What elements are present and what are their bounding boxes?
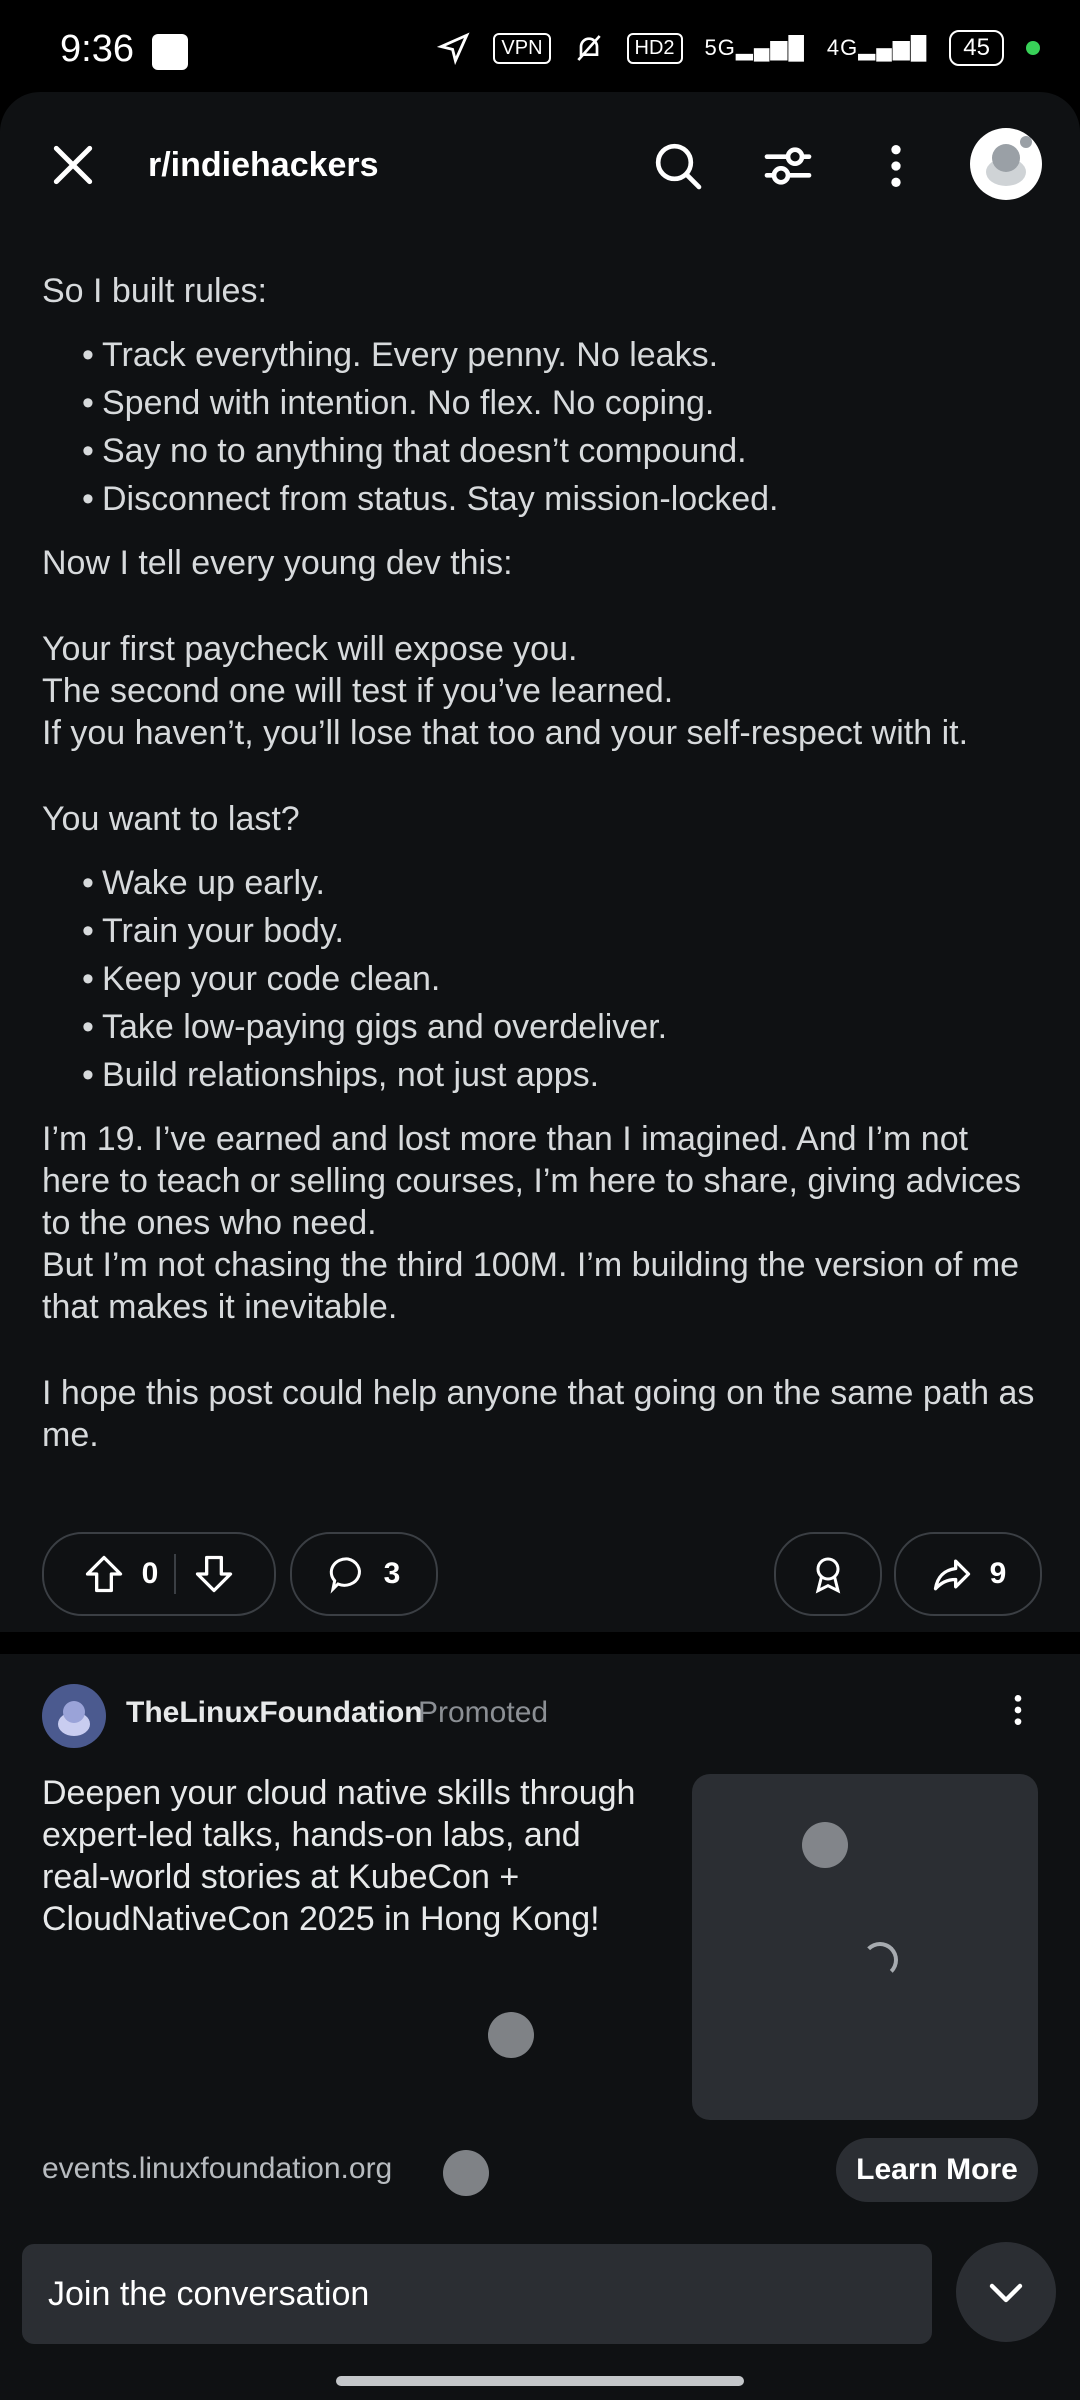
privacy-dot bbox=[1026, 41, 1040, 55]
signal-4g: 4G▂▄▆█ bbox=[826, 35, 928, 60]
post-actions: 0 3 9 bbox=[42, 1532, 1042, 1616]
paycheck-line: If you haven’t, you’ll lose that too and… bbox=[42, 714, 969, 752]
share-icon bbox=[933, 1559, 970, 1591]
upvote-icon[interactable] bbox=[82, 1552, 126, 1596]
join-conversation-input[interactable]: Join the conversation bbox=[22, 2244, 932, 2344]
rules-list: Track everything. Every penny. No leaks.… bbox=[42, 334, 1042, 520]
list-item: Track everything. Every penny. No leaks. bbox=[82, 334, 1042, 376]
last-list: Wake up early. Train your body. Keep you… bbox=[42, 862, 1042, 1096]
paycheck-line: The second one will test if you’ve learn… bbox=[42, 672, 674, 710]
promoted-post[interactable]: TheLinuxFoundation Promoted Deepen your … bbox=[0, 1654, 1080, 2304]
subreddit-name[interactable]: r/indiehackers bbox=[148, 146, 379, 185]
downvote-icon[interactable] bbox=[192, 1552, 236, 1596]
list-item: Wake up early. bbox=[82, 862, 1042, 904]
more-options-icon[interactable] bbox=[868, 138, 924, 194]
post-body: So I built rules: Track everything. Ever… bbox=[42, 270, 1042, 1478]
mute-bell-icon bbox=[576, 35, 601, 61]
status-bar: 9:36 VPN HD2 5G▂▄▆█ 4G▂▄▆█ 45 bbox=[0, 0, 1080, 90]
search-icon[interactable] bbox=[650, 138, 706, 194]
post-tell: Now I tell every young dev this: bbox=[42, 544, 513, 582]
battery-indicator: 45 bbox=[949, 30, 1004, 66]
award-button[interactable] bbox=[774, 1532, 882, 1616]
close-icon[interactable] bbox=[48, 140, 98, 190]
list-item: Train your body. bbox=[82, 910, 1042, 952]
promo-image[interactable] bbox=[692, 1774, 1038, 2120]
last-question: You want to last? bbox=[42, 800, 300, 838]
vote-control: 0 bbox=[42, 1532, 276, 1616]
app-notification-icon bbox=[152, 34, 188, 70]
comment-icon bbox=[329, 1557, 361, 1594]
sort-filter-icon[interactable] bbox=[760, 138, 816, 194]
promoted-label: Promoted bbox=[418, 1696, 549, 1729]
list-item: Keep your code clean. bbox=[82, 958, 1042, 1000]
list-item: Disconnect from status. Stay mission-loc… bbox=[82, 478, 1042, 520]
paragraph-text: I’m 19. I’ve earned and lost more than I… bbox=[42, 1120, 1021, 1242]
chevron-down-icon bbox=[989, 2283, 1023, 2303]
snoo-avatar-icon bbox=[58, 1701, 90, 1736]
promo-text: Deepen your cloud native skills through … bbox=[42, 1774, 636, 1938]
advertiser-name[interactable]: TheLinuxFoundation bbox=[126, 1696, 423, 1730]
touch-indicator bbox=[443, 2150, 489, 2196]
top-bar: r/indiehackers bbox=[0, 92, 1080, 242]
post-intro: So I built rules: bbox=[42, 272, 267, 310]
paycheck-line: Your first paycheck will expose you. bbox=[42, 630, 578, 668]
loading-spinner-icon bbox=[862, 1942, 898, 1978]
snoo-avatar-icon bbox=[986, 136, 1032, 186]
list-item: Say no to anything that doesn’t compound… bbox=[82, 430, 1042, 472]
paycheck-paragraph: Your first paycheck will expose you. The… bbox=[42, 628, 1042, 754]
more-options-icon[interactable] bbox=[998, 1690, 1038, 1730]
learn-more-button[interactable]: Learn More bbox=[836, 2138, 1038, 2202]
collapse-button[interactable] bbox=[956, 2242, 1056, 2342]
post-paragraph-age: I’m 19. I’ve earned and lost more than I… bbox=[42, 1118, 1042, 1328]
advertiser-avatar[interactable] bbox=[42, 1684, 106, 1748]
status-time: 9:36 bbox=[60, 28, 134, 70]
promo-domain-link[interactable]: events.linuxfoundation.org bbox=[42, 2152, 392, 2186]
section-divider bbox=[0, 1632, 1080, 1654]
list-item: Build relationships, not just apps. bbox=[82, 1054, 1042, 1096]
comment-count: 3 bbox=[383, 1557, 401, 1590]
comments-button[interactable]: 3 bbox=[290, 1532, 438, 1616]
share-button[interactable]: 9 bbox=[894, 1532, 1042, 1616]
list-item: Spend with intention. No flex. No coping… bbox=[82, 382, 1042, 424]
bottom-bar: Join the conversation bbox=[0, 2236, 1080, 2400]
status-icons: VPN HD2 5G▂▄▆█ 4G▂▄▆█ 45 bbox=[437, 30, 1040, 66]
user-avatar[interactable] bbox=[970, 128, 1042, 200]
vpn-badge: VPN bbox=[493, 32, 551, 64]
touch-indicator bbox=[802, 1822, 848, 1868]
vote-count: 0 bbox=[141, 1557, 159, 1590]
location-icon bbox=[437, 32, 470, 65]
hd-badge: HD2 bbox=[626, 32, 683, 64]
signal-5g: 5G▂▄▆█ bbox=[704, 35, 805, 60]
home-indicator[interactable] bbox=[336, 2376, 744, 2386]
award-icon bbox=[815, 1557, 841, 1594]
post-closing: I hope this post could help anyone that … bbox=[42, 1374, 1035, 1454]
share-count: 9 bbox=[989, 1557, 1007, 1590]
list-item: Take low-paying gigs and overdeliver. bbox=[82, 1006, 1042, 1048]
paragraph-text: But I’m not chasing the third 100M. I’m … bbox=[42, 1246, 1020, 1326]
vote-divider bbox=[174, 1554, 177, 1594]
post-sheet: r/indiehackers So I built rules: Track e… bbox=[0, 92, 1080, 2400]
touch-indicator bbox=[488, 2012, 534, 2058]
